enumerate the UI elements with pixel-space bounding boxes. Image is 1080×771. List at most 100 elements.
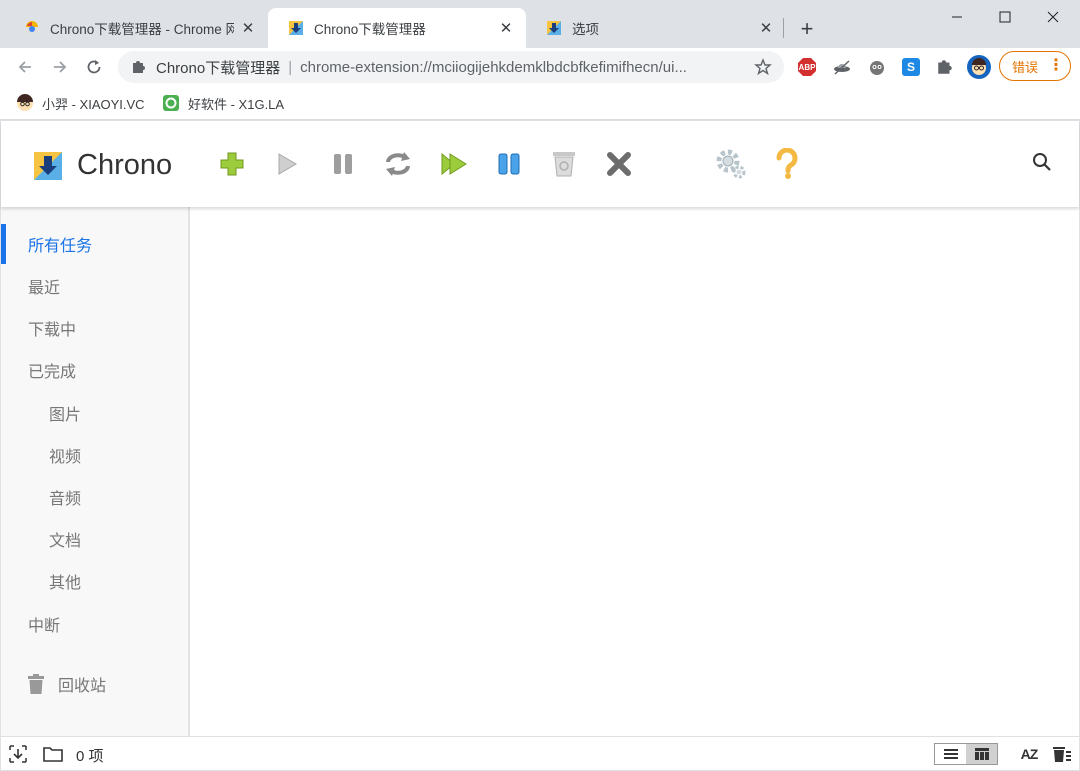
bookmark-xiaoyi[interactable]: 小羿 - XIAOYI.VC (16, 92, 145, 114)
avatar-icon (967, 55, 991, 79)
refresh-icon (386, 152, 410, 176)
play-icon (278, 153, 297, 175)
arrow-left-icon (18, 61, 31, 73)
extension-button[interactable] (866, 56, 888, 78)
sidebar-item-documents[interactable]: 文档 (1, 519, 188, 559)
more-vert-icon: ⋮ (1048, 57, 1065, 74)
tab-webstore[interactable]: Chrono下载管理器 - Chrome 网 ✕ (4, 8, 268, 48)
sort-button[interactable]: AZ (1018, 744, 1040, 764)
app-header: Chrono (1, 121, 1079, 207)
chrome-webstore-icon (26, 21, 38, 34)
sidebar-item-label: 中断 (28, 618, 61, 635)
reload-button[interactable] (81, 54, 107, 80)
error-label: 错误 (1012, 59, 1039, 75)
close-icon[interactable]: ✕ (498, 20, 514, 37)
sidebar: 所有任务 最近 下载中 已完成 图片 视频 音频 文档 其他 中断 回收站 (1, 207, 189, 736)
delete-button[interactable] (602, 147, 636, 181)
sidebar-item-label: 下载中 (28, 322, 77, 339)
settings-button[interactable] (714, 147, 748, 181)
back-button[interactable] (12, 54, 38, 80)
delete-icon (607, 152, 631, 176)
sidebar-item-images[interactable]: 图片 (1, 393, 188, 433)
trash-clear-icon (1053, 747, 1071, 762)
close-icon[interactable]: ✕ (758, 20, 774, 37)
bookmark-x1g[interactable]: 好软件 - X1G.LA (162, 92, 284, 114)
sidebar-item-label: 所有任务 (28, 238, 93, 255)
help-button[interactable] (770, 147, 804, 181)
add-task-button[interactable] (215, 147, 249, 181)
sidebar-item-recent[interactable]: 最近 (1, 266, 188, 306)
sidebar-item-completed[interactable]: 已完成 (1, 350, 188, 390)
tab-title: Chrono下载管理器 (314, 22, 426, 37)
tab-strip: Chrono下载管理器 - Chrome 网 ✕ Chrono下载管理器 ✕ 选… (0, 0, 1080, 48)
browser-toolbar: Chrono下载管理器 | chrome-extension://mciiogi… (0, 48, 1080, 86)
puzzle-icon (938, 60, 952, 74)
tab-chrono[interactable]: Chrono下载管理器 ✕ (268, 8, 526, 48)
omnibox-url: chrome-extension://mciiogijehkdemklbdcbf… (300, 58, 687, 76)
bookmark-label: 好软件 - X1G.LA (188, 96, 285, 112)
sidebar-item-trash[interactable]: 回收站 (1, 664, 188, 704)
chrono-logo-icon (34, 151, 62, 180)
sidebar-item-downloading[interactable]: 下载中 (1, 308, 188, 348)
abp-label: ABP (798, 62, 816, 72)
sidebar-item-all-tasks[interactable]: 所有任务 (1, 224, 188, 264)
clear-list-button[interactable] (1052, 744, 1072, 764)
chrono-download-icon (547, 21, 561, 35)
app-brand: Chrono (33, 149, 172, 182)
pause-all-button[interactable] (492, 147, 526, 181)
sidebar-item-videos[interactable]: 视频 (1, 435, 188, 475)
extensions-menu-button[interactable] (934, 56, 956, 78)
list-view-button[interactable] (935, 744, 966, 764)
search-icon (1033, 153, 1051, 171)
minimize-button[interactable] (934, 4, 980, 30)
search-button[interactable] (1031, 151, 1057, 177)
error-button[interactable]: 错误 ⋮ (999, 51, 1071, 81)
extension-button[interactable] (831, 56, 853, 78)
bookmark-label: 小羿 - XIAOYI.VC (42, 96, 145, 112)
status-bar: 0 项 AZ (1, 736, 1079, 770)
help-icon (776, 148, 798, 179)
software-icon (163, 95, 179, 111)
star-icon[interactable] (754, 58, 772, 76)
start-button[interactable] (270, 147, 304, 181)
omnibox[interactable]: Chrono下载管理器 | chrome-extension://mciiogi… (118, 51, 784, 83)
extension-button[interactable]: S (900, 56, 922, 78)
tab-title: Chrono下载管理器 - Chrome 网 (50, 22, 234, 37)
close-icon (1047, 11, 1059, 23)
grid-view-button[interactable] (966, 744, 997, 764)
tab-separator (783, 18, 784, 38)
sidebar-item-audio[interactable]: 音频 (1, 477, 188, 517)
retry-button[interactable] (381, 147, 415, 181)
sidebar-item-label: 其他 (49, 575, 82, 592)
sidebar-item-label: 文档 (49, 533, 82, 550)
list-view-icon (943, 749, 958, 759)
reload-icon (87, 60, 101, 74)
adblock-extension-button[interactable]: ABP (796, 56, 818, 78)
sidebar-item-interrupted[interactable]: 中断 (1, 604, 188, 644)
move-to-trash-button[interactable] (547, 147, 581, 181)
sidebar-item-others[interactable]: 其他 (1, 561, 188, 601)
tab-title: 选项 (572, 22, 599, 37)
start-all-button[interactable] (436, 147, 470, 181)
profile-avatar[interactable] (967, 55, 991, 79)
forward-button[interactable] (47, 54, 73, 80)
sidebar-item-label: 音频 (49, 491, 82, 508)
folder-icon (43, 747, 63, 762)
task-count: 0 项 (76, 748, 104, 765)
select-download-button[interactable] (8, 744, 28, 764)
tab-options[interactable]: 选项 ✕ (526, 8, 786, 48)
minimize-icon (952, 16, 962, 18)
close-icon[interactable]: ✕ (240, 20, 256, 37)
open-folder-button[interactable] (43, 744, 63, 764)
sidebar-item-label: 已完成 (28, 364, 77, 381)
maximize-button[interactable] (982, 4, 1028, 30)
trash-icon (28, 674, 44, 694)
pause-icon (334, 154, 352, 174)
sidebar-item-label: 最近 (28, 280, 61, 297)
avatar-icon (17, 94, 33, 111)
pause-button[interactable] (326, 147, 360, 181)
view-toggle[interactable] (934, 743, 998, 765)
close-window-button[interactable] (1030, 4, 1076, 30)
new-tab-button[interactable]: + (794, 16, 820, 42)
chrono-download-icon (289, 21, 303, 35)
